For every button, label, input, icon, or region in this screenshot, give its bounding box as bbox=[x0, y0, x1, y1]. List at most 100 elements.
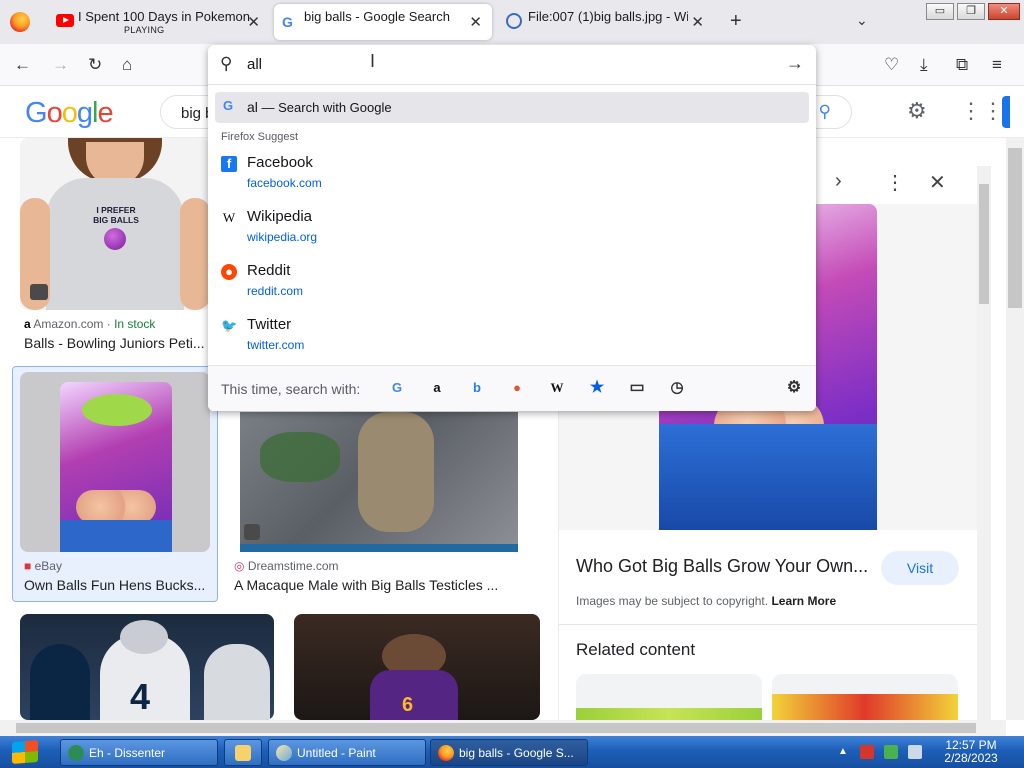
google-logo-letter: o bbox=[46, 97, 63, 129]
taskbar-item-dissenter[interactable]: Eh - Dissenter bbox=[60, 739, 218, 766]
tab-wiki-file[interactable]: File:007 (1)big balls.jpg - Wiki ✕ bbox=[498, 4, 714, 40]
maximize-button[interactable]: ❐ bbox=[957, 3, 985, 20]
result-image-macaque[interactable] bbox=[240, 412, 518, 552]
result-caption[interactable]: Own Balls Fun Hens Bucks... bbox=[24, 577, 210, 593]
wikipedia-engine-icon[interactable]: W bbox=[548, 379, 566, 397]
google-logo-letter: G bbox=[25, 97, 48, 129]
tab-close-icon[interactable]: ✕ bbox=[691, 13, 704, 31]
page-vertical-scrollbar[interactable] bbox=[1006, 138, 1024, 720]
google-logo[interactable]: Google bbox=[25, 97, 114, 130]
close-window-button[interactable]: ✕ bbox=[988, 3, 1020, 20]
forward-icon[interactable]: → bbox=[52, 55, 69, 75]
tab-title: File:007 (1)big balls.jpg - Wiki bbox=[528, 9, 688, 24]
taskbar-item-firefox[interactable]: big balls - Google S... bbox=[430, 739, 588, 766]
suggestion-url: facebook.com bbox=[247, 176, 322, 190]
taskbar-item-paint[interactable]: Untitled - Paint bbox=[268, 739, 426, 766]
reddit-icon: ● bbox=[221, 264, 237, 280]
related-card[interactable] bbox=[772, 674, 958, 720]
firefox-icon[interactable] bbox=[10, 12, 30, 32]
home-icon[interactable]: ⌂ bbox=[122, 55, 132, 75]
result-image-football[interactable]: 4 bbox=[20, 614, 274, 720]
google-logo-letter: g bbox=[76, 97, 93, 129]
tabs-icon[interactable]: ▭ bbox=[628, 379, 646, 397]
tray-volume-icon[interactable] bbox=[908, 745, 922, 759]
back-icon[interactable]: ← bbox=[14, 55, 31, 75]
preview-scrollbar[interactable] bbox=[977, 166, 991, 720]
task-label: Untitled - Paint bbox=[297, 746, 376, 760]
suggestion-facebook[interactable]: f Facebook facebook.com bbox=[208, 154, 816, 204]
google-logo-letter: e bbox=[97, 97, 113, 129]
search-with-google-row[interactable]: G al — Search with Google bbox=[215, 92, 809, 123]
tab-close-icon[interactable]: ✕ bbox=[469, 13, 482, 31]
tab-strip: I Spent 100 Days in Pokemon PLAYING ✕ G … bbox=[0, 0, 1024, 44]
twitter-icon: 🐦 bbox=[221, 318, 238, 333]
tab-close-icon[interactable]: ✕ bbox=[247, 13, 260, 31]
settings-gear-icon[interactable]: ⚙ bbox=[907, 98, 927, 124]
suggestion-reddit[interactable]: ● Reddit reddit.com bbox=[208, 262, 816, 312]
search-query: al bbox=[247, 99, 258, 115]
result-image-tshirt[interactable]: I PREFER BIG BALLS bbox=[20, 138, 210, 310]
bookmarks-star-icon[interactable]: ★ bbox=[588, 379, 606, 397]
close-preview-icon[interactable]: ✕ bbox=[929, 170, 946, 195]
history-icon[interactable]: ◷ bbox=[668, 379, 686, 397]
system-clock[interactable]: 12:57 PM 2/28/2023 bbox=[936, 739, 1006, 765]
youtube-icon bbox=[56, 14, 74, 27]
tray-flag-icon[interactable] bbox=[860, 745, 874, 759]
result-caption[interactable]: A Macaque Male with Big Balls Testicles … bbox=[234, 577, 524, 593]
clock-time: 12:57 PM bbox=[945, 738, 997, 752]
minimize-button[interactable]: ▭ bbox=[926, 3, 954, 20]
amazon-engine-icon[interactable]: a bbox=[428, 379, 446, 397]
page-horizontal-scrollbar[interactable] bbox=[0, 720, 1006, 736]
menu-icon[interactable]: ≡ bbox=[992, 55, 1002, 75]
reload-icon[interactable]: ↻ bbox=[88, 55, 102, 75]
taskbar-item-explorer[interactable] bbox=[224, 739, 262, 766]
visit-button[interactable]: Visit bbox=[881, 551, 959, 585]
suggestion-title: Twitter bbox=[247, 316, 292, 333]
search-icon: ⚲ bbox=[220, 54, 233, 73]
dissenter-icon bbox=[68, 745, 84, 761]
paint-icon bbox=[276, 745, 292, 761]
tab-google-search[interactable]: G big balls - Google Search ✕ bbox=[274, 4, 492, 40]
url-input[interactable]: all bbox=[247, 56, 262, 73]
learn-more-link[interactable]: Learn More bbox=[771, 594, 836, 608]
google-engine-icon[interactable]: G bbox=[388, 379, 406, 397]
more-options-icon[interactable]: ⋮ bbox=[885, 170, 905, 195]
suggestion-url: twitter.com bbox=[247, 338, 305, 352]
tab-youtube[interactable]: I Spent 100 Days in Pokemon PLAYING ✕ bbox=[48, 4, 270, 40]
windows-taskbar: Eh - Dissenter Untitled - Paint big ball… bbox=[0, 736, 1024, 768]
sign-in-button-edge[interactable] bbox=[1002, 96, 1010, 128]
pocket-icon[interactable]: ♡ bbox=[884, 55, 899, 75]
preview-title[interactable]: Who Got Big Balls Grow Your Own... bbox=[576, 556, 868, 577]
downloads-icon[interactable]: ⤓ bbox=[920, 55, 928, 75]
scrollbar-thumb[interactable] bbox=[16, 723, 976, 733]
scrollbar-thumb[interactable] bbox=[1008, 148, 1022, 308]
start-button[interactable] bbox=[8, 738, 44, 766]
next-arrow-icon[interactable]: › bbox=[835, 170, 842, 193]
result-image-package[interactable] bbox=[20, 372, 210, 552]
search-settings-gear-icon[interactable]: ⚙ bbox=[785, 379, 803, 397]
suggestion-title: Wikipedia bbox=[247, 208, 313, 225]
search-icon[interactable]: ⚲ bbox=[819, 102, 831, 122]
extensions-icon[interactable]: ⧉ bbox=[956, 55, 968, 75]
facebook-icon: f bbox=[221, 156, 237, 172]
related-card[interactable] bbox=[576, 674, 762, 720]
result-image-basketball[interactable]: 6 bbox=[294, 614, 540, 720]
tray-expand-icon[interactable]: ▲ bbox=[838, 746, 848, 757]
new-tab-button[interactable]: + bbox=[730, 10, 742, 33]
divider bbox=[559, 624, 977, 625]
tray-network-icon[interactable] bbox=[884, 745, 898, 759]
bing-engine-icon[interactable]: b bbox=[468, 379, 486, 397]
url-bar[interactable]: ⚲ all I → bbox=[208, 45, 816, 85]
search-suffix: — Search with Google bbox=[257, 100, 392, 115]
duckduckgo-engine-icon[interactable]: ● bbox=[508, 379, 526, 397]
shirt-text-line2: BIG BALLS bbox=[93, 215, 139, 225]
suggestion-wikipedia[interactable]: W Wikipedia wikipedia.org bbox=[208, 208, 816, 258]
tab-list-button[interactable]: ⌄ bbox=[856, 12, 868, 29]
suggestion-twitter[interactable]: 🐦 Twitter twitter.com bbox=[208, 316, 816, 366]
suggestion-url: wikipedia.org bbox=[247, 230, 318, 244]
go-arrow-icon[interactable]: → bbox=[786, 53, 804, 74]
copyright-notice: Images may be subject to copyright. Lear… bbox=[576, 594, 837, 608]
apps-grid-icon[interactable]: ⋮⋮ bbox=[960, 98, 1004, 124]
result-caption[interactable]: Balls - Bowling Juniors Peti... bbox=[24, 335, 206, 351]
text-cursor-icon: I bbox=[370, 51, 376, 71]
